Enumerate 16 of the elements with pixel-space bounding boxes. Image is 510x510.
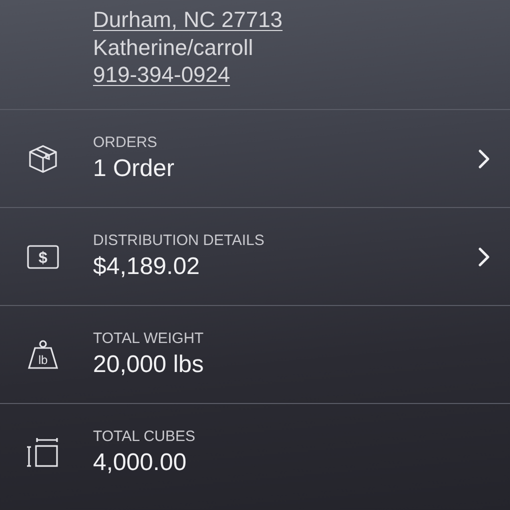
row-label: TOTAL WEIGHT — [93, 330, 205, 347]
address-link[interactable]: Durham, NC 27713 — [93, 6, 283, 34]
row-value: $4,189.02 — [93, 253, 201, 281]
chevron-icon[interactable] — [478, 148, 490, 168]
row-label: DISTRIBUTION DETAILS — [93, 232, 266, 249]
row-value: 20,000 lbs — [93, 351, 205, 379]
contact-name: Katherine/carroll — [93, 34, 254, 61]
box-icon — [26, 142, 58, 174]
row-value: 4,000.00 — [93, 449, 188, 477]
row-label: ORDERS — [93, 134, 158, 151]
row-label: TOTAL CUBES — [93, 428, 196, 445]
cube-size-icon — [26, 438, 58, 468]
chevron-icon[interactable] — [478, 246, 490, 266]
phone-link[interactable]: 919-394-0924 — [93, 61, 230, 88]
row-value: 1 Order — [93, 155, 176, 183]
dollar-icon: $ — [26, 244, 58, 268]
